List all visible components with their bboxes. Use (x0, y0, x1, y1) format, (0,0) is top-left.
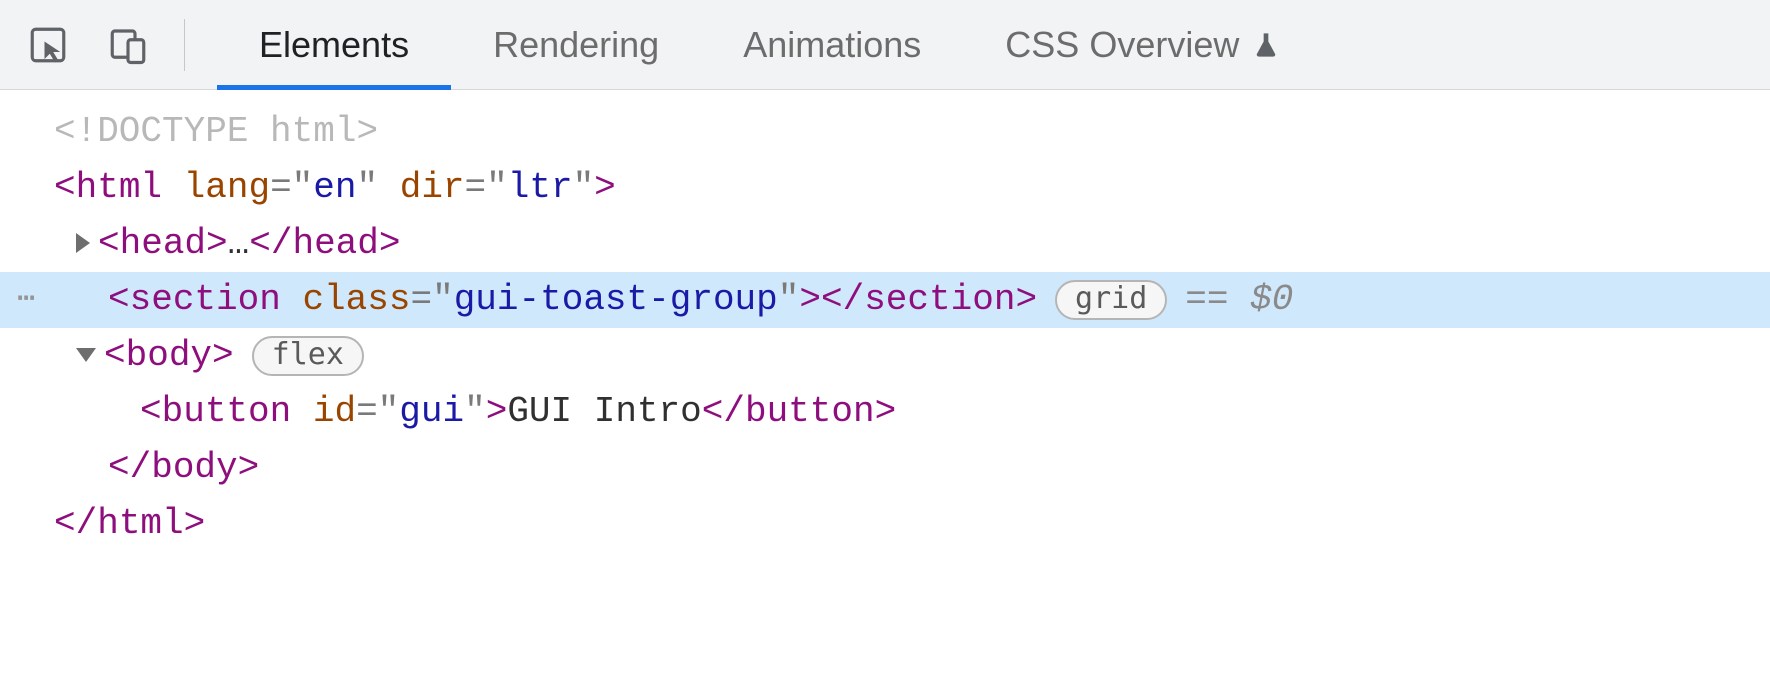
attr-value: gui-toast-group (454, 272, 778, 328)
doctype-text: <!DOCTYPE html> (54, 104, 378, 160)
tab-rendering[interactable]: Rendering (451, 0, 701, 89)
attr-value: gui (399, 384, 464, 440)
tag-name: section (130, 272, 281, 328)
dom-line-doctype[interactable]: <!DOCTYPE html> (0, 104, 1770, 160)
tag-name: html (97, 496, 183, 552)
collapsed-ellipsis: … (228, 216, 250, 272)
attr-name: lang (184, 160, 270, 216)
panel-tabs: Elements Rendering Animations CSS Overvi… (217, 0, 1323, 89)
selected-node-reference: == $0 (1185, 272, 1293, 328)
dom-line-section-selected[interactable]: ⋯ <section class="gui-toast-group"></sec… (0, 272, 1770, 328)
dom-line-html-close[interactable]: </html> (0, 496, 1770, 552)
device-toggle-icon[interactable] (104, 21, 152, 69)
attr-name: id (313, 384, 356, 440)
dom-line-head[interactable]: <head>…</head> (0, 216, 1770, 272)
layout-badge-flex[interactable]: flex (252, 336, 364, 376)
tab-label: Rendering (493, 24, 659, 66)
tab-label: Elements (259, 24, 409, 66)
dom-line-body-close[interactable]: </body> (0, 440, 1770, 496)
devtools-toolbar: Elements Rendering Animations CSS Overvi… (0, 0, 1770, 90)
text-node: GUI Intro (507, 384, 701, 440)
attr-value: en (313, 160, 356, 216)
tab-label: Animations (743, 24, 921, 66)
tag-name: button (162, 384, 292, 440)
tag-name: body (151, 440, 237, 496)
inspect-element-icon[interactable] (24, 21, 72, 69)
layout-badge-grid[interactable]: grid (1055, 280, 1167, 320)
dom-line-html-open[interactable]: <html lang="en" dir="ltr"> (0, 160, 1770, 216)
tab-css-overview[interactable]: CSS Overview (963, 0, 1323, 89)
tag-name: body (126, 328, 212, 384)
dom-line-body-open[interactable]: <body> flex (0, 328, 1770, 384)
attr-name: dir (400, 160, 465, 216)
attr-name: class (302, 272, 410, 328)
toolbar-divider (184, 19, 185, 71)
dom-line-button[interactable]: <button id="gui"> GUI Intro </button> (0, 384, 1770, 440)
disclosure-triangle-open-icon[interactable] (76, 348, 96, 362)
attr-value: ltr (508, 160, 573, 216)
elements-dom-tree[interactable]: <!DOCTYPE html> <html lang="en" dir="ltr… (0, 90, 1770, 552)
experiment-flask-icon (1251, 30, 1281, 60)
tab-label: CSS Overview (1005, 24, 1239, 66)
tab-elements[interactable]: Elements (217, 0, 451, 89)
tag-name: html (76, 160, 162, 216)
tag-name: head (120, 216, 206, 272)
tab-animations[interactable]: Animations (701, 0, 963, 89)
disclosure-triangle-closed-icon[interactable] (76, 233, 90, 253)
gutter-more-icon[interactable]: ⋯ (0, 277, 54, 324)
